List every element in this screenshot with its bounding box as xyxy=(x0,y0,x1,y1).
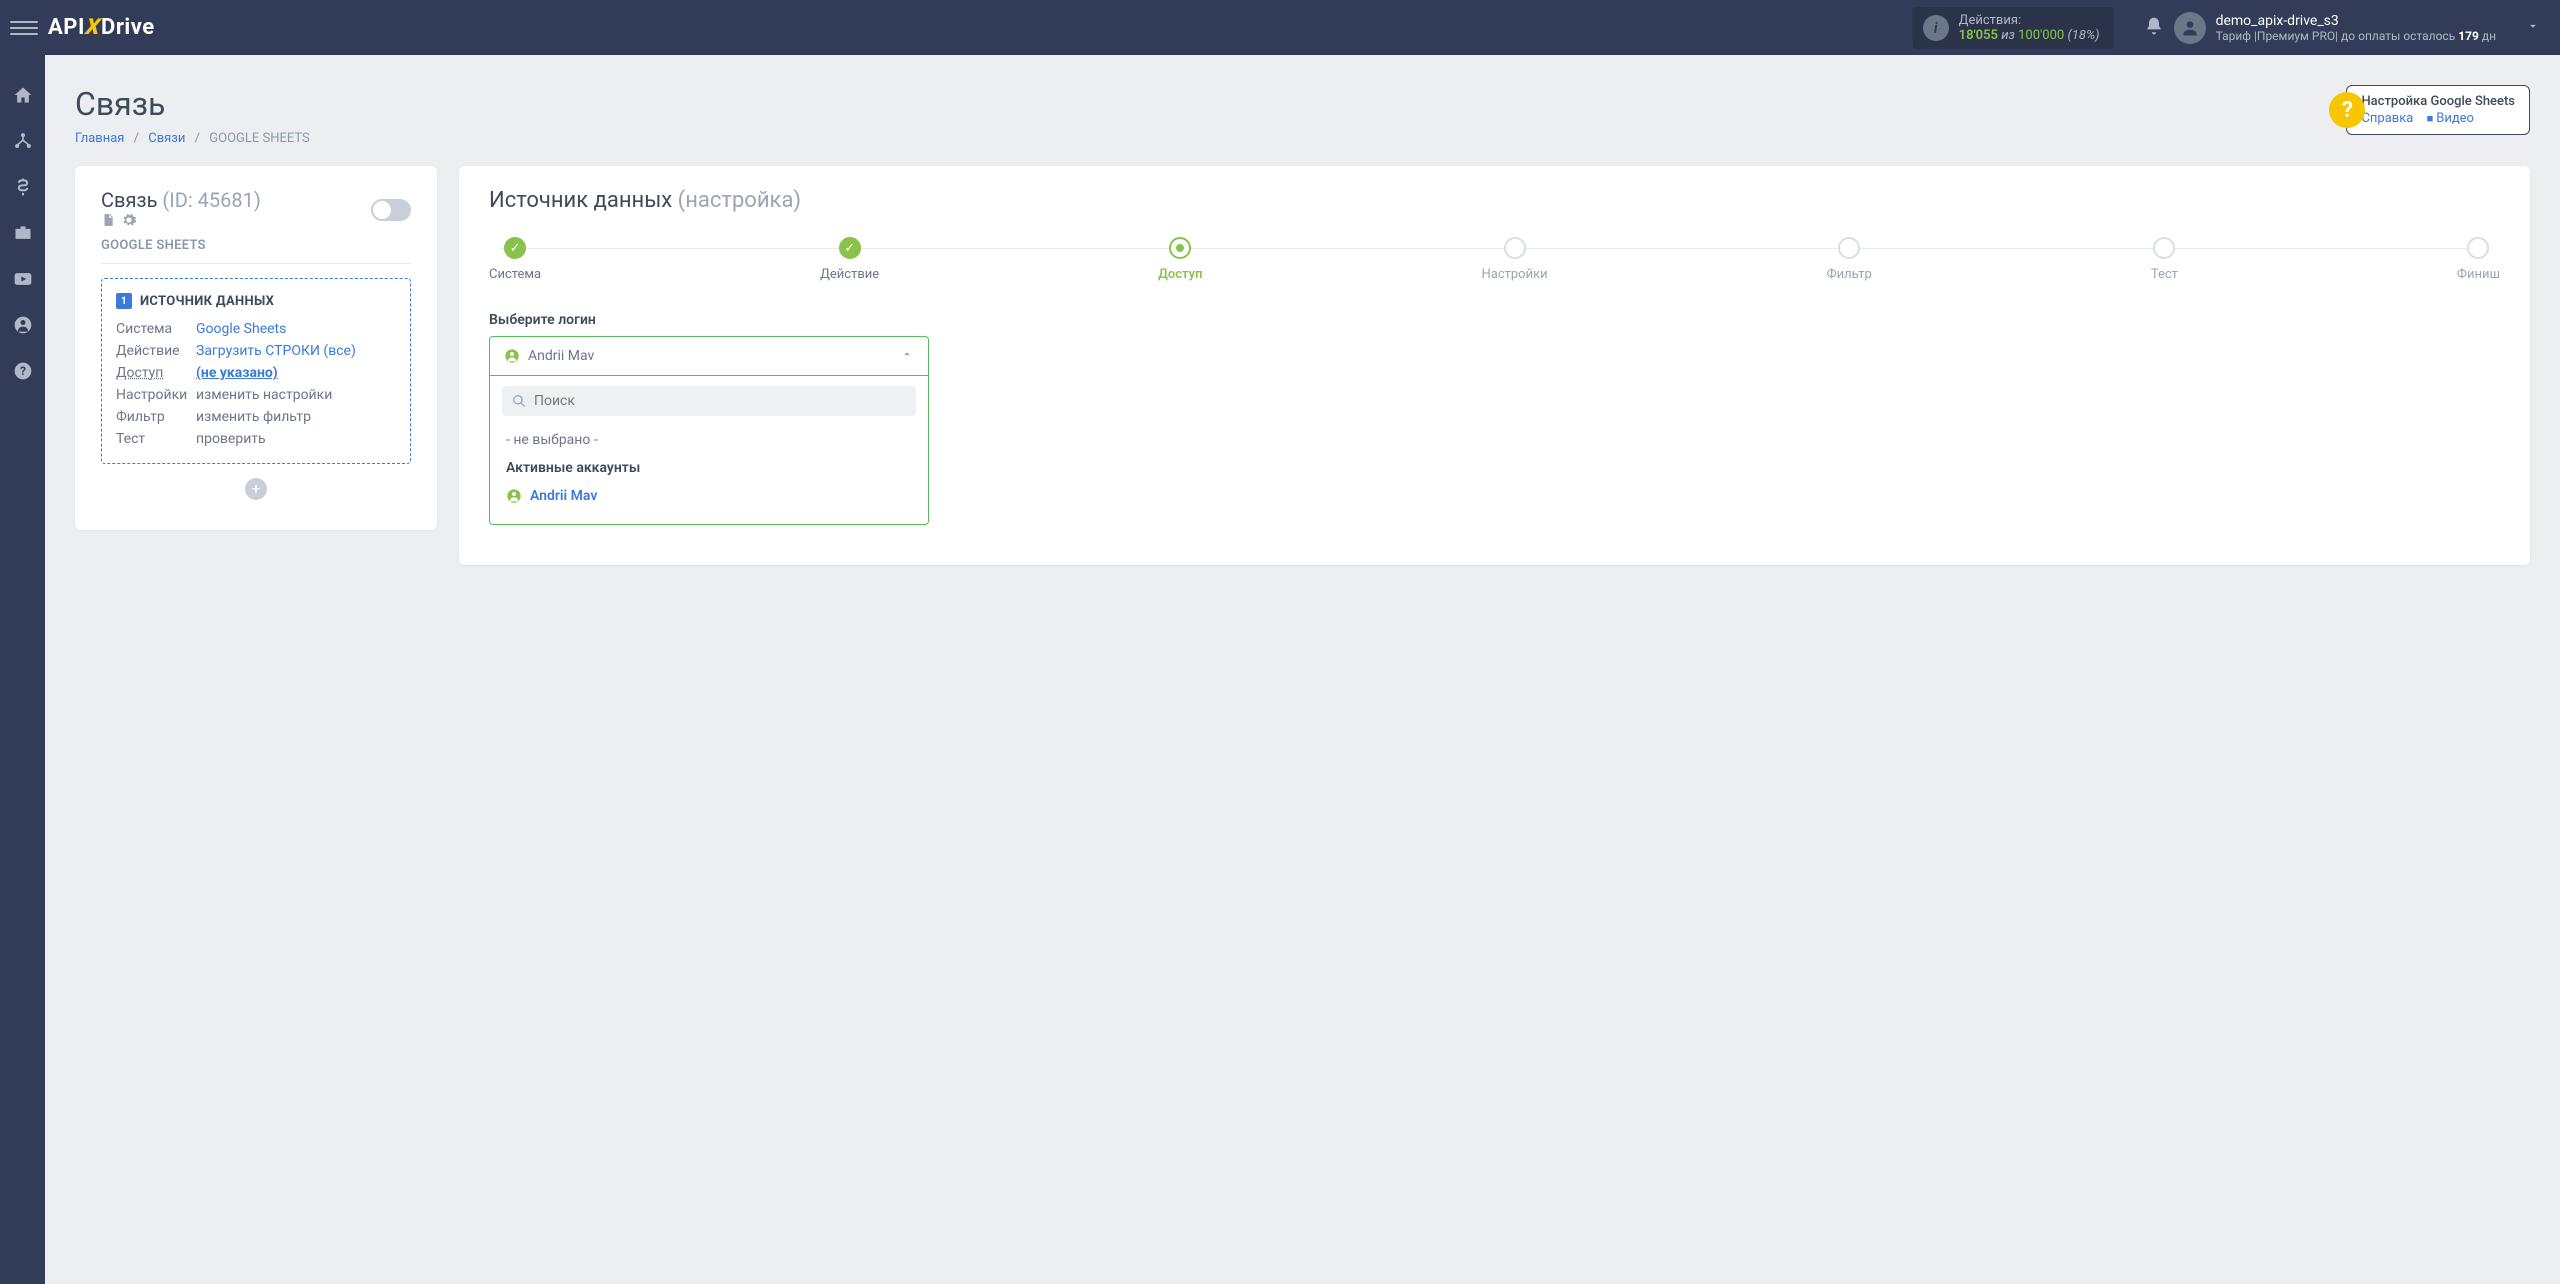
nav-youtube-icon[interactable] xyxy=(13,269,33,289)
step-access[interactable]: Доступ xyxy=(1158,237,1202,282)
breadcrumb-home[interactable]: Главная xyxy=(75,131,124,146)
row-access-value[interactable]: (не указано) xyxy=(196,365,396,381)
main-content: Связь Главная / Связи / GOOGLE SHEETS ? … xyxy=(45,55,2560,595)
breadcrumb-current: GOOGLE SHEETS xyxy=(209,131,309,146)
chevron-down-icon xyxy=(2526,19,2540,37)
login-search[interactable] xyxy=(502,386,916,416)
breadcrumb-links[interactable]: Связи xyxy=(148,131,185,146)
info-icon: i xyxy=(1923,15,1949,41)
nav-profile-icon[interactable] xyxy=(13,315,33,335)
person-icon xyxy=(504,348,520,364)
row-action-label: Действие xyxy=(116,343,196,359)
gear-icon[interactable] xyxy=(121,212,137,232)
row-filter-label: Фильтр xyxy=(116,409,196,425)
actions-numbers: 18'055 из 100'000 (18%) xyxy=(1959,28,2100,43)
step-finish[interactable]: Финиш xyxy=(2457,237,2500,282)
connection-subtitle: GOOGLE SHEETS xyxy=(101,238,411,264)
panel-title: Источник данных (настройка) xyxy=(489,188,2500,213)
nav-billing-icon[interactable] xyxy=(13,177,33,197)
option-none[interactable]: - не выбрано - xyxy=(502,426,916,454)
step-test[interactable]: Тест xyxy=(2151,237,2178,282)
nav-briefcase-icon[interactable] xyxy=(13,223,33,243)
logo[interactable]: API X Drive xyxy=(48,15,155,40)
row-settings-label: Настройки xyxy=(116,387,196,403)
login-select-head[interactable]: Andrii Mav xyxy=(489,336,929,376)
person-icon xyxy=(506,488,522,504)
document-icon[interactable] xyxy=(101,213,115,231)
notifications-button[interactable] xyxy=(2134,16,2174,40)
video-link-wrap[interactable]: ■Видео xyxy=(2427,111,2484,126)
step-filter[interactable]: Фильтр xyxy=(1827,237,1872,282)
option-account-1[interactable]: Andrii Mav xyxy=(502,482,916,510)
nav-home-icon[interactable] xyxy=(13,85,33,105)
help-reference-link[interactable]: Справка xyxy=(2361,111,2413,126)
row-filter-value[interactable]: изменить фильтр xyxy=(196,409,396,425)
source-badge: 1 xyxy=(116,293,132,309)
nav-help-icon[interactable]: ? xyxy=(13,361,33,381)
logo-text-pre: API xyxy=(48,15,85,40)
row-test-label: Тест xyxy=(116,431,196,447)
row-test-value[interactable]: проверить xyxy=(196,431,396,447)
svg-text:?: ? xyxy=(20,364,26,378)
actions-counter[interactable]: i Действия: 18'055 из 100'000 (18%) xyxy=(1913,7,2114,49)
config-panel: Источник данных (настройка) ✓Система ✓Де… xyxy=(459,166,2530,565)
source-heading: ИСТОЧНИК ДАННЫХ xyxy=(140,294,274,309)
help-box: ? Настройка Google Sheets Справка ■Видео xyxy=(2346,85,2530,135)
help-title: Настройка Google Sheets xyxy=(2361,94,2515,109)
source-box: 1 ИСТОЧНИК ДАННЫХ Система Google Sheets … xyxy=(101,278,411,464)
step-system[interactable]: ✓Система xyxy=(489,237,541,282)
top-bar: API X Drive i Действия: 18'055 из 100'00… xyxy=(0,0,2560,55)
login-search-input[interactable] xyxy=(534,393,906,409)
help-icon[interactable]: ? xyxy=(2329,92,2365,128)
row-system-value[interactable]: Google Sheets xyxy=(196,321,396,337)
chevron-up-icon xyxy=(900,347,914,365)
tariff-info: Тариф |Премиум PRO| до оплаты осталось 1… xyxy=(2216,29,2496,43)
bell-icon xyxy=(2144,16,2164,36)
connection-title: Связь (ID: 45681) xyxy=(101,188,261,232)
logo-text-post: Drive xyxy=(101,15,155,40)
login-dropdown: - не выбрано - Активные аккаунты Andrii … xyxy=(489,376,929,525)
help-video-link[interactable]: Видео xyxy=(2436,111,2474,126)
side-nav: ? xyxy=(0,55,45,1284)
avatar-icon xyxy=(2174,12,2206,44)
user-menu[interactable]: demo_apix-drive_s3 Тариф |Премиум PRO| д… xyxy=(2174,12,2540,44)
login-select[interactable]: Andrii Mav - не выбрано - Активные аккау… xyxy=(489,336,929,525)
row-system-label: Система xyxy=(116,321,196,337)
menu-toggle-button[interactable] xyxy=(10,14,38,42)
stepper: ✓Система ✓Действие Доступ Настройки Филь… xyxy=(489,237,2500,282)
logo-text-x: X xyxy=(84,15,102,40)
row-access-label: Доступ xyxy=(116,365,196,381)
row-settings-value[interactable]: изменить настройки xyxy=(196,387,396,403)
login-selected-value: Andrii Mav xyxy=(528,348,594,364)
step-action[interactable]: ✓Действие xyxy=(820,237,879,282)
connection-panel: Связь (ID: 45681) GOOGLE SHEETS xyxy=(75,166,437,530)
video-icon: ■ xyxy=(2427,112,2434,125)
page-title: Связь xyxy=(75,85,310,123)
breadcrumb: Главная / Связи / GOOGLE SHEETS xyxy=(75,131,310,146)
option-group-label: Активные аккаунты xyxy=(502,454,916,482)
connection-toggle[interactable] xyxy=(371,199,411,221)
nav-connections-icon[interactable] xyxy=(13,131,33,151)
login-field-label: Выберите логин xyxy=(489,312,2500,328)
step-settings[interactable]: Настройки xyxy=(1481,237,1547,282)
actions-label: Действия: xyxy=(1959,13,2100,28)
search-icon xyxy=(512,394,526,408)
add-destination-button[interactable]: + xyxy=(245,478,267,500)
username: demo_apix-drive_s3 xyxy=(2216,13,2496,29)
row-action-value[interactable]: Загрузить СТРОКИ (все) xyxy=(196,343,396,359)
